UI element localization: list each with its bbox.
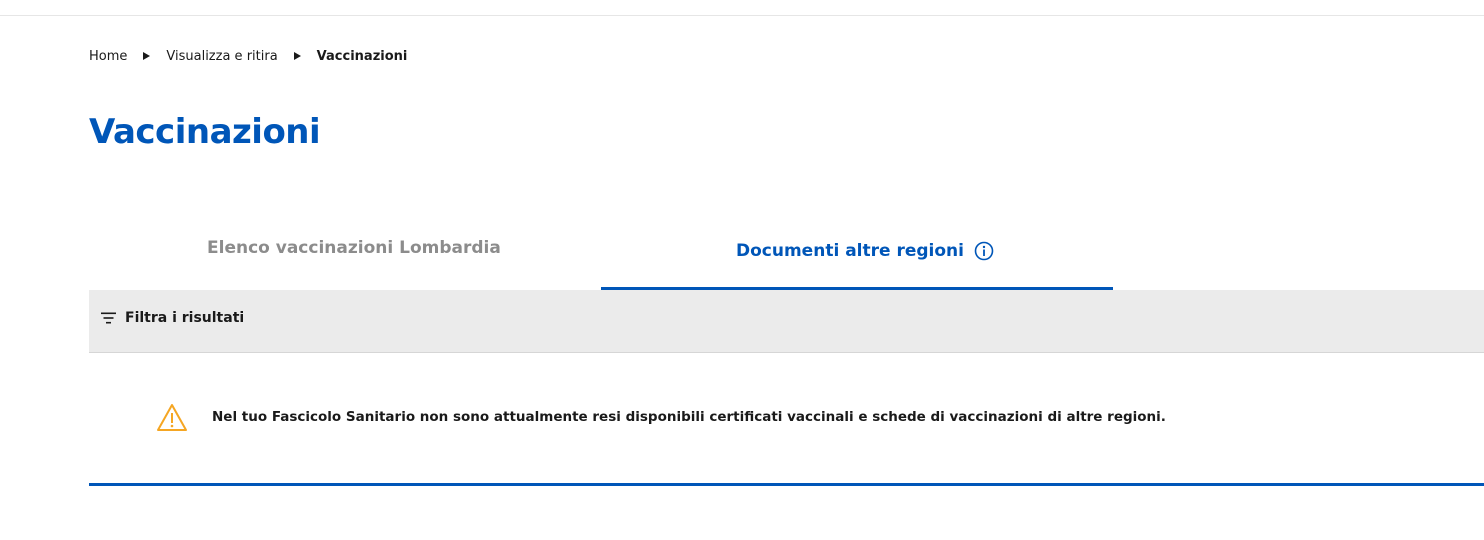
header-divider	[0, 15, 1484, 16]
breadcrumb-current: Vaccinazioni	[316, 48, 408, 64]
breadcrumb-separator-icon	[293, 52, 301, 60]
breadcrumb-visualizza-link[interactable]: Visualizza e ritira	[166, 49, 277, 64]
no-documents-alert: Nel tuo Fascicolo Sanitario non sono att…	[89, 354, 1484, 486]
info-icon[interactable]	[974, 241, 994, 261]
tab-bar: Elenco vaccinazioni Lombardia Documenti …	[89, 222, 1113, 290]
filter-label: Filtra i risultati	[125, 310, 245, 326]
filter-toggle-button[interactable]: Filtra i risultati	[101, 310, 244, 326]
tab-label-wrapper: Documenti altre regioni	[736, 241, 994, 261]
tab-elenco-vaccinazioni-lombardia[interactable]: Elenco vaccinazioni Lombardia	[89, 222, 601, 290]
breadcrumb-separator-icon	[143, 52, 151, 60]
filter-icon	[101, 312, 116, 324]
tab-label: Documenti altre regioni	[736, 241, 964, 261]
page-title: Vaccinazioni	[89, 112, 321, 152]
breadcrumb: Home Visualizza e ritira Vaccinazioni	[89, 47, 407, 65]
alert-message: Nel tuo Fascicolo Sanitario non sono att…	[212, 409, 1166, 425]
breadcrumb-home-link[interactable]: Home	[89, 49, 127, 64]
tab-documenti-altre-regioni[interactable]: Documenti altre regioni	[601, 222, 1113, 290]
warning-icon	[157, 404, 187, 431]
filter-bar: Filtra i risultati	[89, 290, 1484, 353]
tab-label: Elenco vaccinazioni Lombardia	[207, 238, 501, 258]
